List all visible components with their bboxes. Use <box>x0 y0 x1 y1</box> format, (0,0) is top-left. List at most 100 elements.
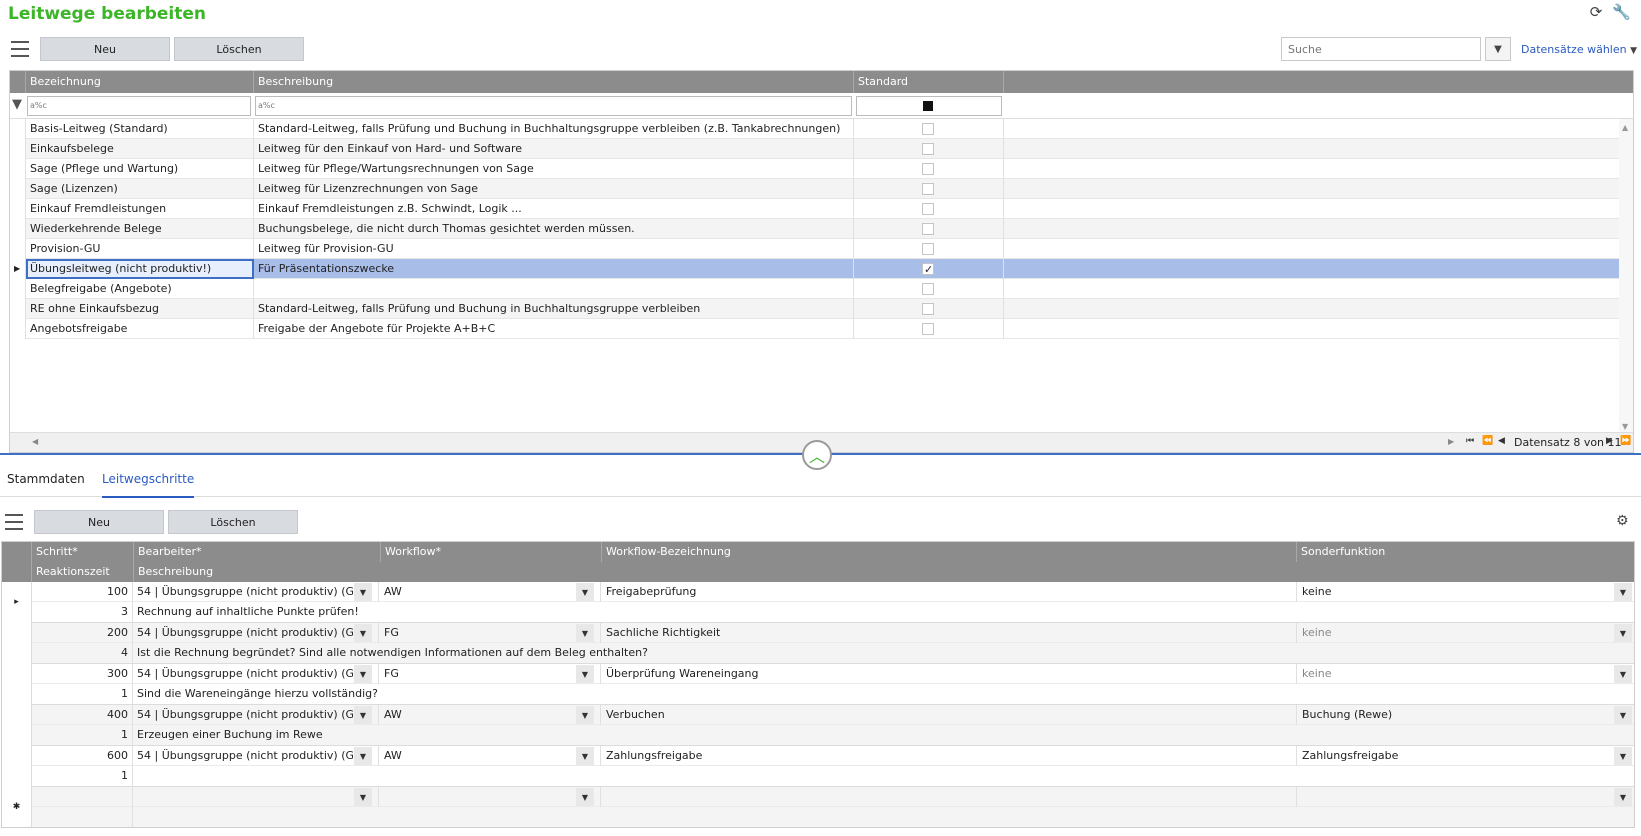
row-selector[interactable] <box>2 623 32 664</box>
table-row[interactable]: RE ohne Einkaufsbezug Standard-Leitweg, f… <box>10 299 1633 319</box>
column-header-standard[interactable]: Standard <box>854 71 1004 93</box>
settings-gear-icon[interactable]: ⚙ <box>1616 513 1629 529</box>
column-header-workflow[interactable]: Workflow* <box>381 542 602 562</box>
processor-dropdown-icon[interactable]: ▼ <box>354 706 372 724</box>
search-input[interactable] <box>1281 37 1481 61</box>
processor-select[interactable]: 54 | Übungsgruppe (nicht produktiv) (Gru… <box>133 746 353 766</box>
reaction-time-cell[interactable]: 1 <box>32 766 132 786</box>
row-selector[interactable] <box>10 199 26 219</box>
cell-beschreibung[interactable]: Einkauf Fremdleistungen z.B. Schwindt, L… <box>254 199 854 219</box>
standard-checkbox[interactable] <box>922 243 934 255</box>
workflow-select[interactable]: FG <box>380 623 570 643</box>
tab-stammdaten[interactable]: Stammdaten <box>7 471 85 498</box>
row-selector[interactable] <box>2 664 32 705</box>
vertical-scrollbar[interactable]: ▲ ▼ <box>1619 119 1633 435</box>
processor-dropdown-icon[interactable]: ▼ <box>354 624 372 642</box>
cell-beschreibung[interactable]: Leitweg für Lizenzrechnungen von Sage <box>254 179 854 199</box>
workflow-select[interactable]: AW <box>380 582 570 602</box>
new-button[interactable]: Neu <box>40 37 170 61</box>
next-page-icon[interactable]: ⏩ <box>1620 436 1631 446</box>
cell-beschreibung[interactable]: Für Präsentationszwecke <box>254 259 854 279</box>
processor-select[interactable]: 54 | Übungsgruppe (nicht produktiv) (Gru… <box>133 705 353 725</box>
cell-bezeichnung[interactable]: RE ohne Einkaufsbezug <box>26 299 254 319</box>
row-selector[interactable] <box>2 705 32 746</box>
column-header-workflow-bezeichnung[interactable]: Workflow-Bezeichnung <box>602 542 1297 562</box>
step-cell[interactable]: 100 <box>32 582 132 602</box>
workflow-dropdown-icon[interactable]: ▼ <box>576 583 594 601</box>
scroll-left-icon[interactable]: ◀ <box>32 437 38 446</box>
special-function-select[interactable]: Buchung (Rewe) <box>1298 705 1598 725</box>
cell-beschreibung[interactable] <box>254 279 854 299</box>
table-row[interactable]: Belegfreigabe (Angebote) <box>10 279 1633 299</box>
reaction-time-cell[interactable]: 1 <box>32 725 132 745</box>
processor-dropdown-icon[interactable]: ▼ <box>354 747 372 765</box>
description-cell[interactable] <box>133 807 1633 827</box>
special-function-dropdown-icon[interactable]: ▼ <box>1614 665 1632 683</box>
row-selector[interactable] <box>10 139 26 159</box>
row-selector[interactable] <box>10 319 26 339</box>
processor-dropdown-icon[interactable]: ▼ <box>354 583 372 601</box>
row-selector[interactable] <box>10 159 26 179</box>
filter-input-bezeichnung[interactable]: a%c <box>27 96 251 116</box>
workflow-name-cell[interactable]: Freigabeprüfung <box>602 582 1292 602</box>
steps-delete-button[interactable]: Löschen <box>168 510 298 534</box>
delete-button[interactable]: Löschen <box>174 37 304 61</box>
workflow-select[interactable]: AW <box>380 705 570 725</box>
table-row[interactable]: ▸ 100 54 | Übungsgruppe (nicht produktiv) … <box>2 582 1634 623</box>
workflow-name-cell[interactable]: Überprüfung Wareneingang <box>602 664 1292 684</box>
cell-bezeichnung[interactable]: Einkauf Fremdleistungen <box>26 199 254 219</box>
table-row[interactable]: 200 54 | Übungsgruppe (nicht produktiv) (… <box>2 623 1634 664</box>
table-row[interactable]: Basis-Leitweg (Standard) Standard-Leitweg… <box>10 119 1633 139</box>
table-row[interactable]: Sage (Lizenzen) Leitweg für Lizenzrechnun… <box>10 179 1633 199</box>
table-row[interactable]: Sage (Pflege und Wartung) Leitweg für Pfl… <box>10 159 1633 179</box>
workflow-dropdown-icon[interactable]: ▼ <box>576 624 594 642</box>
prev-record-icon[interactable]: ◀ <box>1498 436 1505 446</box>
workflow-select[interactable] <box>380 787 570 807</box>
prev-page-icon[interactable]: ⏪ <box>1482 436 1493 446</box>
next-record-icon[interactable]: ▶ <box>1606 436 1613 446</box>
workflow-select[interactable]: AW <box>380 746 570 766</box>
cell-beschreibung[interactable]: Buchungsbelege, die nicht durch Thomas g… <box>254 219 854 239</box>
reaction-time-cell[interactable]: 1 <box>32 684 132 704</box>
processor-select[interactable]: 54 | Übungsgruppe (nicht produktiv) (Gru… <box>133 623 353 643</box>
special-function-dropdown-icon[interactable]: ▼ <box>1614 706 1632 724</box>
processor-dropdown-icon[interactable]: ▼ <box>354 788 372 806</box>
menu-icon[interactable] <box>11 41 29 57</box>
special-function-dropdown-icon[interactable]: ▼ <box>1614 583 1632 601</box>
row-selector[interactable] <box>10 119 26 139</box>
workflow-name-cell[interactable] <box>602 787 1292 807</box>
table-row[interactable]: 300 54 | Übungsgruppe (nicht produktiv) (… <box>2 664 1634 705</box>
special-function-select[interactable]: keine <box>1298 623 1598 643</box>
collapse-panel-icon[interactable]: ︿ <box>802 440 832 470</box>
steps-new-button[interactable]: Neu <box>34 510 164 534</box>
row-selector[interactable] <box>10 279 26 299</box>
table-row[interactable]: Einkaufsbelege Leitweg für den Einkauf vo… <box>10 139 1633 159</box>
workflow-dropdown-icon[interactable]: ▼ <box>576 747 594 765</box>
tab-leitwegschritte[interactable]: Leitwegschritte <box>102 471 195 498</box>
table-row[interactable]: Einkauf Fremdleistungen Einkauf Fremdleis… <box>10 199 1633 219</box>
table-row[interactable]: Provision-GU Leitweg für Provision-GU <box>10 239 1633 259</box>
processor-select[interactable] <box>133 787 353 807</box>
standard-checkbox[interactable] <box>922 260 934 279</box>
row-selector[interactable] <box>2 746 32 787</box>
processor-select[interactable]: 54 | Übungsgruppe (nicht produktiv) (Gru… <box>133 582 353 602</box>
cell-bezeichnung[interactable]: Basis-Leitweg (Standard) <box>26 119 254 139</box>
table-row[interactable]: ▶ Übungsleitweg (nicht produktiv!) Für Prä… <box>10 259 1633 279</box>
cell-beschreibung[interactable]: Standard-Leitweg, falls Prüfung und Buch… <box>254 299 854 319</box>
standard-checkbox[interactable] <box>922 163 934 175</box>
special-function-dropdown-icon[interactable]: ▼ <box>1614 747 1632 765</box>
steps-menu-icon[interactable] <box>5 514 23 530</box>
filter-standard[interactable] <box>856 96 1002 116</box>
table-row[interactable]: Angebotsfreigabe Freigabe der Angebote fü… <box>10 319 1633 339</box>
cell-bezeichnung[interactable]: Provision-GU <box>26 239 254 259</box>
row-selector[interactable] <box>10 219 26 239</box>
column-header-bearbeiter[interactable]: Bearbeiter* <box>134 542 381 562</box>
workflow-dropdown-icon[interactable]: ▼ <box>576 788 594 806</box>
description-cell[interactable] <box>133 766 1633 786</box>
table-row[interactable]: 400 54 | Übungsgruppe (nicht produktiv) (… <box>2 705 1634 746</box>
filter-dropdown-icon[interactable]: ▼ <box>1485 37 1511 61</box>
workflow-select[interactable]: FG <box>380 664 570 684</box>
column-header-sonderfunktion[interactable]: Sonderfunktion <box>1297 542 1634 562</box>
column-header-bezeichnung[interactable]: Bezeichnung <box>26 71 254 93</box>
filter-checkbox-indeterminate[interactable] <box>923 101 933 111</box>
